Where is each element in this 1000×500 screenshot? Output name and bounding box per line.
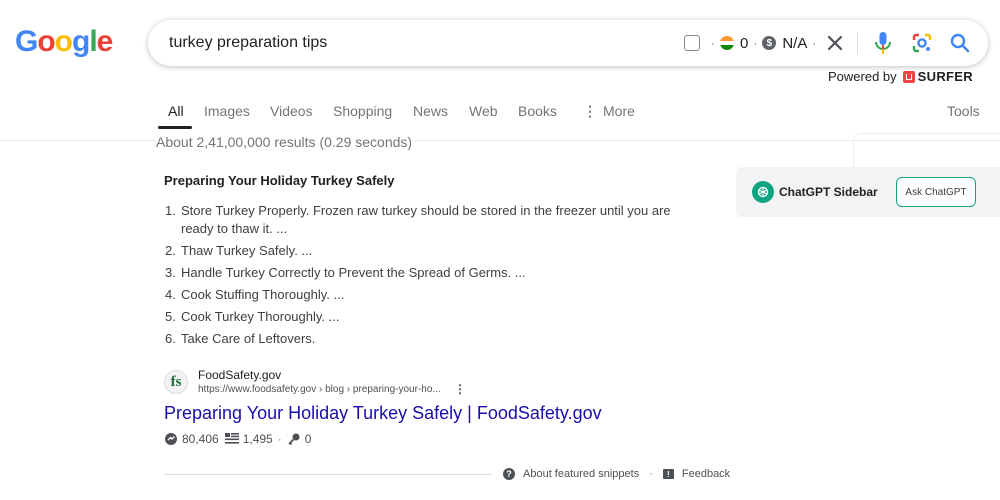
list-item: 1. Store Turkey Properly. Frozen raw turk… (165, 203, 671, 236)
key-icon (287, 432, 301, 446)
tab-books[interactable]: Books (518, 103, 557, 119)
list-item: 5. Cook Turkey Thoroughly. ... (165, 309, 340, 324)
site-name[interactable]: FoodSafety.gov (198, 368, 281, 382)
result-title-link[interactable]: Preparing Your Holiday Turkey Safely | F… (164, 403, 602, 424)
chatgpt-sidebar-title: ChatGPT Sidebar (779, 185, 878, 199)
ask-chatgpt-button[interactable]: Ask ChatGPT (896, 177, 976, 207)
more-options-icon[interactable]: ⋮ (454, 383, 466, 395)
site-favicon[interactable]: fs (164, 370, 188, 394)
tab-shopping[interactable]: Shopping (333, 103, 392, 119)
tab-videos[interactable]: Videos (270, 103, 313, 119)
more-vertical-icon: ⋮ (583, 103, 597, 119)
feedback-link[interactable]: Feedback (682, 468, 730, 480)
keywords-value: 0 (304, 432, 312, 446)
divider (0, 140, 1000, 141)
search-icon[interactable] (948, 31, 972, 55)
india-flag-icon (720, 36, 734, 50)
search-input[interactable]: turkey preparation tips (169, 34, 327, 52)
clear-search-icon[interactable] (824, 32, 846, 54)
tab-news[interactable]: News (413, 103, 448, 119)
powered-by-surfer[interactable]: Powered by SURFER (828, 69, 973, 84)
tools-button[interactable]: Tools (947, 103, 980, 119)
tab-web[interactable]: Web (469, 103, 498, 119)
snippet-steps-list: 1. Store Turkey Properly. Frozen raw turk… (165, 202, 705, 352)
cost-value: N/A (782, 34, 808, 52)
tab-images[interactable]: Images (204, 103, 250, 119)
list-item: 2. Thaw Turkey Safely. ... (165, 243, 313, 258)
traffic-icon (164, 432, 178, 446)
about-featured-snippets-link[interactable]: About featured snippets (523, 468, 639, 480)
seo-metrics: 80,406 1,495 · 0 (164, 432, 311, 446)
divider (857, 32, 858, 54)
tab-more[interactable]: ⋮ More (583, 103, 635, 120)
google-logo[interactable]: Google (15, 27, 113, 57)
site-url[interactable]: https://www.foodsafety.gov › blog › prep… (198, 384, 441, 395)
google-lens-icon[interactable] (910, 31, 934, 55)
dollar-coin-icon: $ (762, 36, 777, 50)
search-box[interactable]: turkey preparation tips · 0 · $ N/A · (148, 20, 988, 66)
active-tab-indicator (158, 126, 192, 129)
tab-all[interactable]: All (168, 103, 184, 119)
chatgpt-sidebar-card: ChatGPT Sidebar Ask ChatGPT (736, 167, 1000, 217)
divider (164, 474, 492, 475)
surfer-extension-metrics: · 0 · $ N/A · (684, 32, 821, 54)
extension-checkbox[interactable] (684, 35, 700, 51)
snippet-title: Preparing Your Holiday Turkey Safely (164, 173, 395, 188)
list-item: 6. Take Care of Leftovers. (165, 331, 316, 346)
chatgpt-logo-icon (752, 181, 774, 203)
list-item: 4. Cook Stuffing Thoroughly. ... (165, 287, 345, 302)
surfer-logo-icon (902, 70, 915, 83)
word-count-value: 1,495 (242, 432, 273, 446)
rank-value: 0 (740, 34, 749, 52)
list-item: 3. Handle Turkey Correctly to Prevent the… (165, 265, 526, 280)
traffic-value: 80,406 (182, 432, 219, 446)
word-count-icon (224, 433, 239, 445)
microphone-icon[interactable] (873, 31, 893, 55)
snippet-footer: ? About featured snippets · ! Feedback (503, 468, 730, 480)
help-icon: ? (503, 468, 515, 480)
feedback-icon: ! (662, 469, 674, 479)
result-stats: About 2,41,00,000 results (0.29 seconds) (156, 134, 416, 150)
